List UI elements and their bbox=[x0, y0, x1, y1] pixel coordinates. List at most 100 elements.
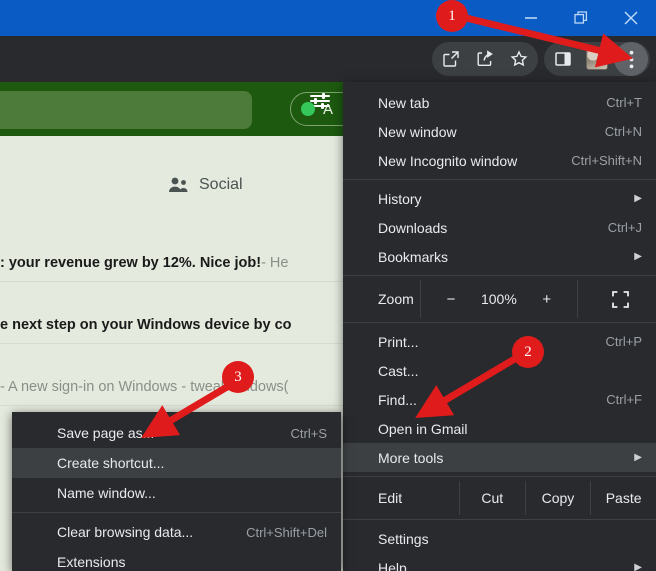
status-dot-icon bbox=[301, 102, 315, 116]
list-item[interactable]: : your revenue grew by 12%. Nice job! - … bbox=[0, 244, 345, 282]
menu-item-label: History bbox=[378, 190, 422, 207]
menu-item-new-tab[interactable]: New tab Ctrl+T bbox=[343, 88, 656, 117]
window-controls bbox=[506, 0, 656, 36]
bookmark-star-icon[interactable] bbox=[502, 42, 536, 76]
zoom-label: Zoom bbox=[378, 291, 414, 307]
menu-item-accel: Ctrl+J bbox=[607, 220, 642, 235]
menu-item-save-page-as[interactable]: Save page as... Ctrl+S bbox=[12, 418, 341, 448]
gmail-tab-label: Social bbox=[199, 176, 243, 193]
minimize-button[interactable] bbox=[506, 0, 556, 36]
menu-divider bbox=[343, 322, 656, 323]
more-tools-menu-item[interactable]: More tools ▶ bbox=[343, 443, 656, 472]
profile-avatar-icon[interactable] bbox=[580, 42, 614, 76]
cut-button[interactable]: Cut bbox=[460, 490, 525, 506]
menu-item-label: Save page as... bbox=[57, 425, 155, 441]
toolbar-pill-right bbox=[544, 42, 650, 76]
chevron-right-icon: ▶ bbox=[634, 562, 642, 571]
menu-item-label: Name window... bbox=[57, 485, 156, 501]
menu-item-label: Open in Gmail bbox=[378, 420, 468, 437]
chevron-right-icon: ▶ bbox=[634, 193, 642, 204]
zoom-controls: − 100% + bbox=[414, 280, 584, 318]
share-icon[interactable] bbox=[468, 42, 502, 76]
gmail-message-list: : your revenue grew by 12%. Nice job! - … bbox=[0, 244, 345, 406]
list-gap bbox=[0, 282, 345, 306]
menu-item-find[interactable]: Find... Ctrl+F bbox=[343, 385, 656, 414]
toolbar-icon-group bbox=[432, 36, 650, 82]
window-titlebar bbox=[0, 0, 656, 36]
message-subject: : your revenue grew by 12%. Nice job! bbox=[0, 254, 262, 271]
menu-item-accel: Ctrl+N bbox=[604, 124, 642, 139]
menu-item-open-in-gmail[interactable]: Open in Gmail bbox=[343, 414, 656, 443]
menu-divider bbox=[343, 476, 656, 477]
more-tools-submenu: Save page as... Ctrl+S Create shortcut..… bbox=[12, 412, 341, 571]
menu-item-bookmarks[interactable]: Bookmarks ▶ bbox=[343, 242, 656, 271]
menu-item-label: New window bbox=[378, 123, 457, 140]
menu-item-label: Extensions bbox=[57, 554, 126, 570]
menu-item-label: Bookmarks bbox=[378, 248, 449, 265]
copy-button[interactable]: Copy bbox=[526, 490, 591, 506]
menu-item-cast[interactable]: Cast... bbox=[343, 356, 656, 385]
menu-item-name-window[interactable]: Name window... bbox=[12, 478, 341, 508]
menu-item-extensions[interactable]: Extensions bbox=[12, 547, 341, 571]
submenu-divider bbox=[12, 512, 341, 513]
menu-item-label: Find... bbox=[378, 391, 417, 408]
menu-edit-row: Edit Cut Copy Paste bbox=[343, 481, 656, 515]
menu-item-new-window[interactable]: New window Ctrl+N bbox=[343, 117, 656, 146]
menu-item-label: New Incognito window bbox=[378, 152, 518, 169]
menu-zoom-row: Zoom − 100% + bbox=[343, 280, 656, 318]
menu-item-downloads[interactable]: Downloads Ctrl+J bbox=[343, 213, 656, 242]
message-snippet: - He bbox=[261, 254, 289, 271]
menu-item-accel: Ctrl+Shift+Del bbox=[246, 524, 327, 540]
menu-item-new-incognito-window[interactable]: New Incognito window Ctrl+Shift+N bbox=[343, 146, 656, 175]
menu-divider bbox=[343, 275, 656, 276]
message-subject: e next step on your Windows device by co bbox=[0, 316, 292, 333]
zoom-level-value: 100% bbox=[480, 291, 517, 307]
edit-label: Edit bbox=[378, 490, 403, 506]
toolbar-pill-left bbox=[432, 42, 538, 76]
browser-toolbar bbox=[0, 36, 656, 82]
menu-item-label: Downloads bbox=[378, 219, 448, 236]
list-item[interactable]: - A new sign-in on Windows - tweakwindow… bbox=[0, 368, 345, 406]
gmail-category-tabs: Social bbox=[0, 164, 345, 206]
chevron-right-icon: ▶ bbox=[634, 251, 642, 262]
create-shortcut-menu-item[interactable]: Create shortcut... bbox=[12, 448, 341, 478]
menu-divider bbox=[343, 179, 656, 180]
zoom-in-button[interactable]: + bbox=[539, 291, 555, 308]
people-icon bbox=[169, 177, 188, 192]
restore-button[interactable] bbox=[556, 0, 606, 36]
zoom-out-button[interactable]: − bbox=[443, 291, 459, 308]
chrome-main-menu: New tab Ctrl+T New window Ctrl+N New Inc… bbox=[343, 82, 656, 571]
chevron-right-icon: ▶ bbox=[634, 452, 642, 463]
menu-item-help[interactable]: Help ▶ bbox=[343, 553, 656, 571]
paste-button[interactable]: Paste bbox=[591, 490, 656, 506]
three-dot-menu-icon[interactable] bbox=[614, 42, 648, 76]
message-snippet: - A new sign-in on Windows - tweakwindow… bbox=[0, 378, 289, 395]
close-button[interactable] bbox=[606, 0, 656, 36]
list-item[interactable]: e next step on your Windows device by co bbox=[0, 306, 345, 344]
menu-item-label: Help bbox=[378, 559, 407, 571]
menu-item-label: Print... bbox=[378, 333, 419, 350]
side-panel-icon[interactable] bbox=[546, 42, 580, 76]
menu-item-accel: Ctrl+T bbox=[606, 95, 642, 110]
gmail-search-bar[interactable] bbox=[0, 91, 252, 129]
menu-item-accel: Ctrl+F bbox=[606, 392, 642, 407]
gmail-tab-social[interactable]: Social bbox=[168, 176, 243, 194]
menu-item-settings[interactable]: Settings bbox=[343, 524, 656, 553]
menu-item-label: Settings bbox=[378, 530, 429, 547]
menu-item-label: Create shortcut... bbox=[57, 455, 165, 471]
menu-item-print[interactable]: Print... Ctrl+P bbox=[343, 327, 656, 356]
menu-item-clear-browsing-data[interactable]: Clear browsing data... Ctrl+Shift+Del bbox=[12, 517, 341, 547]
zoom-divider bbox=[419, 280, 421, 318]
gmail-header: A bbox=[0, 82, 345, 136]
menu-item-label: Cast... bbox=[378, 362, 419, 379]
zoom-divider bbox=[576, 280, 578, 318]
menu-item-history[interactable]: History ▶ bbox=[343, 184, 656, 213]
menu-item-accel: Ctrl+S bbox=[290, 425, 327, 441]
gmail-account-chip[interactable]: A bbox=[290, 92, 345, 126]
avatar bbox=[586, 48, 608, 70]
account-initial: A bbox=[323, 100, 334, 118]
open-in-new-window-icon[interactable] bbox=[434, 42, 468, 76]
menu-item-label: New tab bbox=[378, 94, 430, 111]
menu-item-accel: Ctrl+Shift+N bbox=[571, 153, 642, 168]
fullscreen-icon[interactable] bbox=[584, 290, 656, 309]
